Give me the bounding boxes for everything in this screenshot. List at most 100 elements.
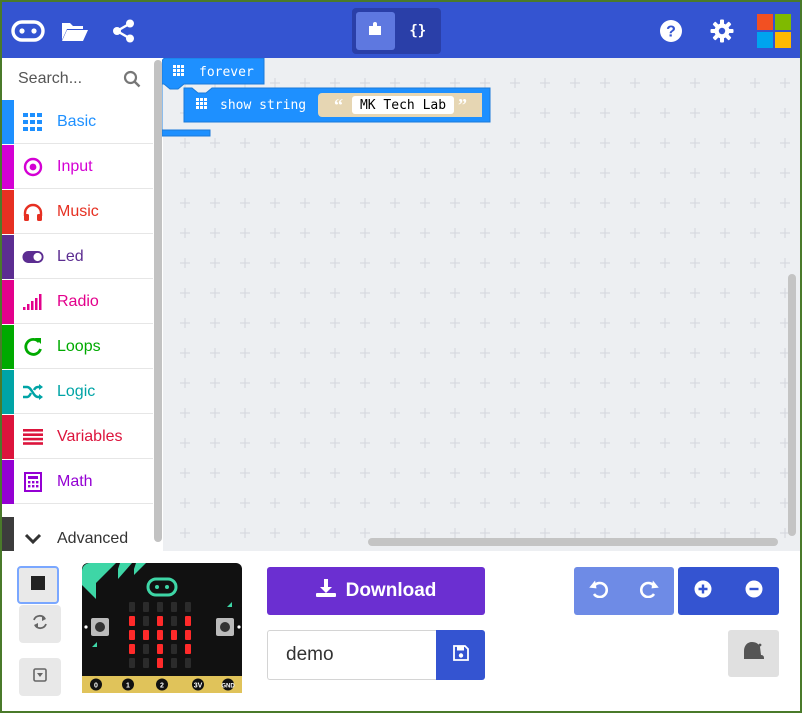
toolbox: Search... Basic Input Music Led Radio Lo… bbox=[2, 58, 153, 561]
category-input[interactable]: Input bbox=[2, 145, 153, 189]
microbit-simulator[interactable]: 0 1 2 3V GND bbox=[82, 563, 242, 693]
led-r2-c3 bbox=[171, 630, 177, 640]
pin-label: 0 bbox=[94, 683, 98, 690]
pin-3v[interactable]: 3V bbox=[192, 678, 204, 691]
shuffle-icon bbox=[22, 381, 44, 403]
led-r4-c1 bbox=[143, 658, 149, 668]
category-led[interactable]: Led bbox=[2, 235, 153, 279]
led-r1-c0 bbox=[129, 616, 135, 626]
led-r1-c1 bbox=[143, 616, 149, 626]
led-r4-c4 bbox=[185, 658, 191, 668]
forever-block[interactable]: forever show string “ MK Tech Lab ” bbox=[162, 58, 502, 138]
show-string-label: show string bbox=[220, 98, 306, 113]
microsoft-logo-red-square bbox=[757, 14, 773, 30]
led-r0-c1 bbox=[143, 602, 149, 612]
led-r3-c3 bbox=[171, 644, 177, 654]
led-r3-c0 bbox=[129, 644, 135, 654]
pin-label: 3V bbox=[194, 683, 203, 690]
category-variables[interactable]: Variables bbox=[2, 415, 153, 459]
category-color-stripe bbox=[2, 415, 14, 459]
category-color-stripe bbox=[2, 235, 14, 279]
category-music[interactable]: Music bbox=[2, 190, 153, 234]
blocks-view-button[interactable] bbox=[356, 12, 395, 50]
string-value-text[interactable]: MK Tech Lab bbox=[360, 98, 446, 113]
toolbox-scrollbar-thumb[interactable] bbox=[154, 60, 162, 542]
share-icon[interactable] bbox=[109, 16, 139, 46]
gear-icon[interactable] bbox=[707, 16, 737, 46]
download-icon bbox=[315, 579, 336, 603]
category-logic[interactable]: Logic bbox=[2, 370, 153, 414]
category-color-stripe bbox=[2, 145, 14, 189]
plus-circle-icon bbox=[694, 580, 712, 603]
redo-button[interactable] bbox=[624, 567, 674, 615]
microsoft-logo-green-square bbox=[775, 14, 791, 30]
pin-2[interactable]: 2 bbox=[156, 678, 168, 691]
category-label: Logic bbox=[57, 383, 96, 400]
led-r1-c2 bbox=[157, 616, 163, 626]
led-r0-c4 bbox=[185, 602, 191, 612]
grid-icon bbox=[22, 111, 44, 133]
button-b[interactable] bbox=[216, 618, 234, 636]
microsoft-logo[interactable] bbox=[757, 14, 791, 48]
microbit-logo-icon[interactable] bbox=[10, 16, 46, 46]
grid-icon bbox=[196, 98, 207, 109]
pin-0[interactable]: 0 bbox=[90, 678, 102, 691]
microsoft-logo-blue-square bbox=[757, 32, 773, 48]
project-name-input[interactable] bbox=[267, 630, 436, 680]
led-r2-c2 bbox=[157, 630, 163, 640]
category-color-stripe bbox=[2, 460, 14, 504]
zoom-out-button[interactable] bbox=[729, 567, 780, 615]
download-label: Download bbox=[345, 580, 437, 601]
save-button[interactable] bbox=[436, 630, 485, 680]
category-label: Music bbox=[57, 203, 99, 220]
category-color-stripe bbox=[2, 370, 14, 414]
led-r2-c4 bbox=[185, 630, 191, 640]
undo-button[interactable] bbox=[574, 567, 624, 615]
category-basic[interactable]: Basic bbox=[2, 100, 153, 144]
category-label: Math bbox=[57, 473, 93, 490]
editor-view-toggle: {} bbox=[352, 8, 441, 54]
collapse-icon bbox=[33, 667, 47, 687]
redo-icon bbox=[639, 580, 659, 603]
workspace-vertical-scrollbar[interactable] bbox=[788, 274, 796, 536]
makecode-editor: {} ? Search... Basic Input Music Led Rad… bbox=[2, 2, 800, 711]
simulator-panel: 0 1 2 3V GND Download bbox=[2, 551, 800, 711]
button-a[interactable] bbox=[91, 618, 109, 636]
workspace-horizontal-scrollbar[interactable] bbox=[368, 538, 778, 546]
category-color-stripe bbox=[2, 280, 14, 324]
calculator-icon bbox=[22, 471, 44, 493]
led-r2-c0 bbox=[129, 630, 135, 640]
stop-icon bbox=[31, 575, 45, 595]
category-math[interactable]: Math bbox=[2, 460, 153, 504]
slow-mode-button[interactable] bbox=[728, 630, 779, 677]
download-button[interactable]: Download bbox=[267, 567, 485, 615]
category-label: Input bbox=[57, 158, 93, 175]
led-r3-c4 bbox=[185, 644, 191, 654]
pin-label: 2 bbox=[160, 683, 164, 690]
zoom-in-button[interactable] bbox=[678, 567, 729, 615]
led-r0-c3 bbox=[171, 602, 177, 612]
open-quote-icon: “ bbox=[334, 95, 343, 115]
category-radio[interactable]: Radio bbox=[2, 280, 153, 324]
grid-icon bbox=[173, 65, 184, 76]
category-label: Radio bbox=[57, 293, 99, 310]
lines-icon bbox=[22, 426, 44, 448]
javascript-view-button[interactable]: {} bbox=[399, 12, 438, 50]
restart-simulator-button[interactable] bbox=[19, 605, 61, 643]
collapse-simulator-button[interactable] bbox=[19, 658, 61, 696]
folder-open-icon[interactable] bbox=[60, 16, 90, 46]
stop-simulator-button[interactable] bbox=[17, 566, 59, 604]
led-r2-c1 bbox=[143, 630, 149, 640]
led-r0-c0 bbox=[129, 602, 135, 612]
close-quote-icon: ” bbox=[458, 95, 467, 115]
category-loops[interactable]: Loops bbox=[2, 325, 153, 369]
show-string-block[interactable]: show string “ MK Tech Lab ” bbox=[183, 87, 491, 123]
toolbox-search[interactable]: Search... bbox=[2, 58, 153, 100]
svg-text:?: ? bbox=[666, 24, 676, 41]
help-icon[interactable]: ? bbox=[656, 16, 686, 46]
pin-1[interactable]: 1 bbox=[122, 678, 134, 691]
search-input[interactable]: Search... bbox=[18, 70, 82, 88]
led-r4-c0 bbox=[129, 658, 135, 668]
forever-label: forever bbox=[199, 65, 254, 80]
puzzle-icon bbox=[367, 21, 383, 41]
